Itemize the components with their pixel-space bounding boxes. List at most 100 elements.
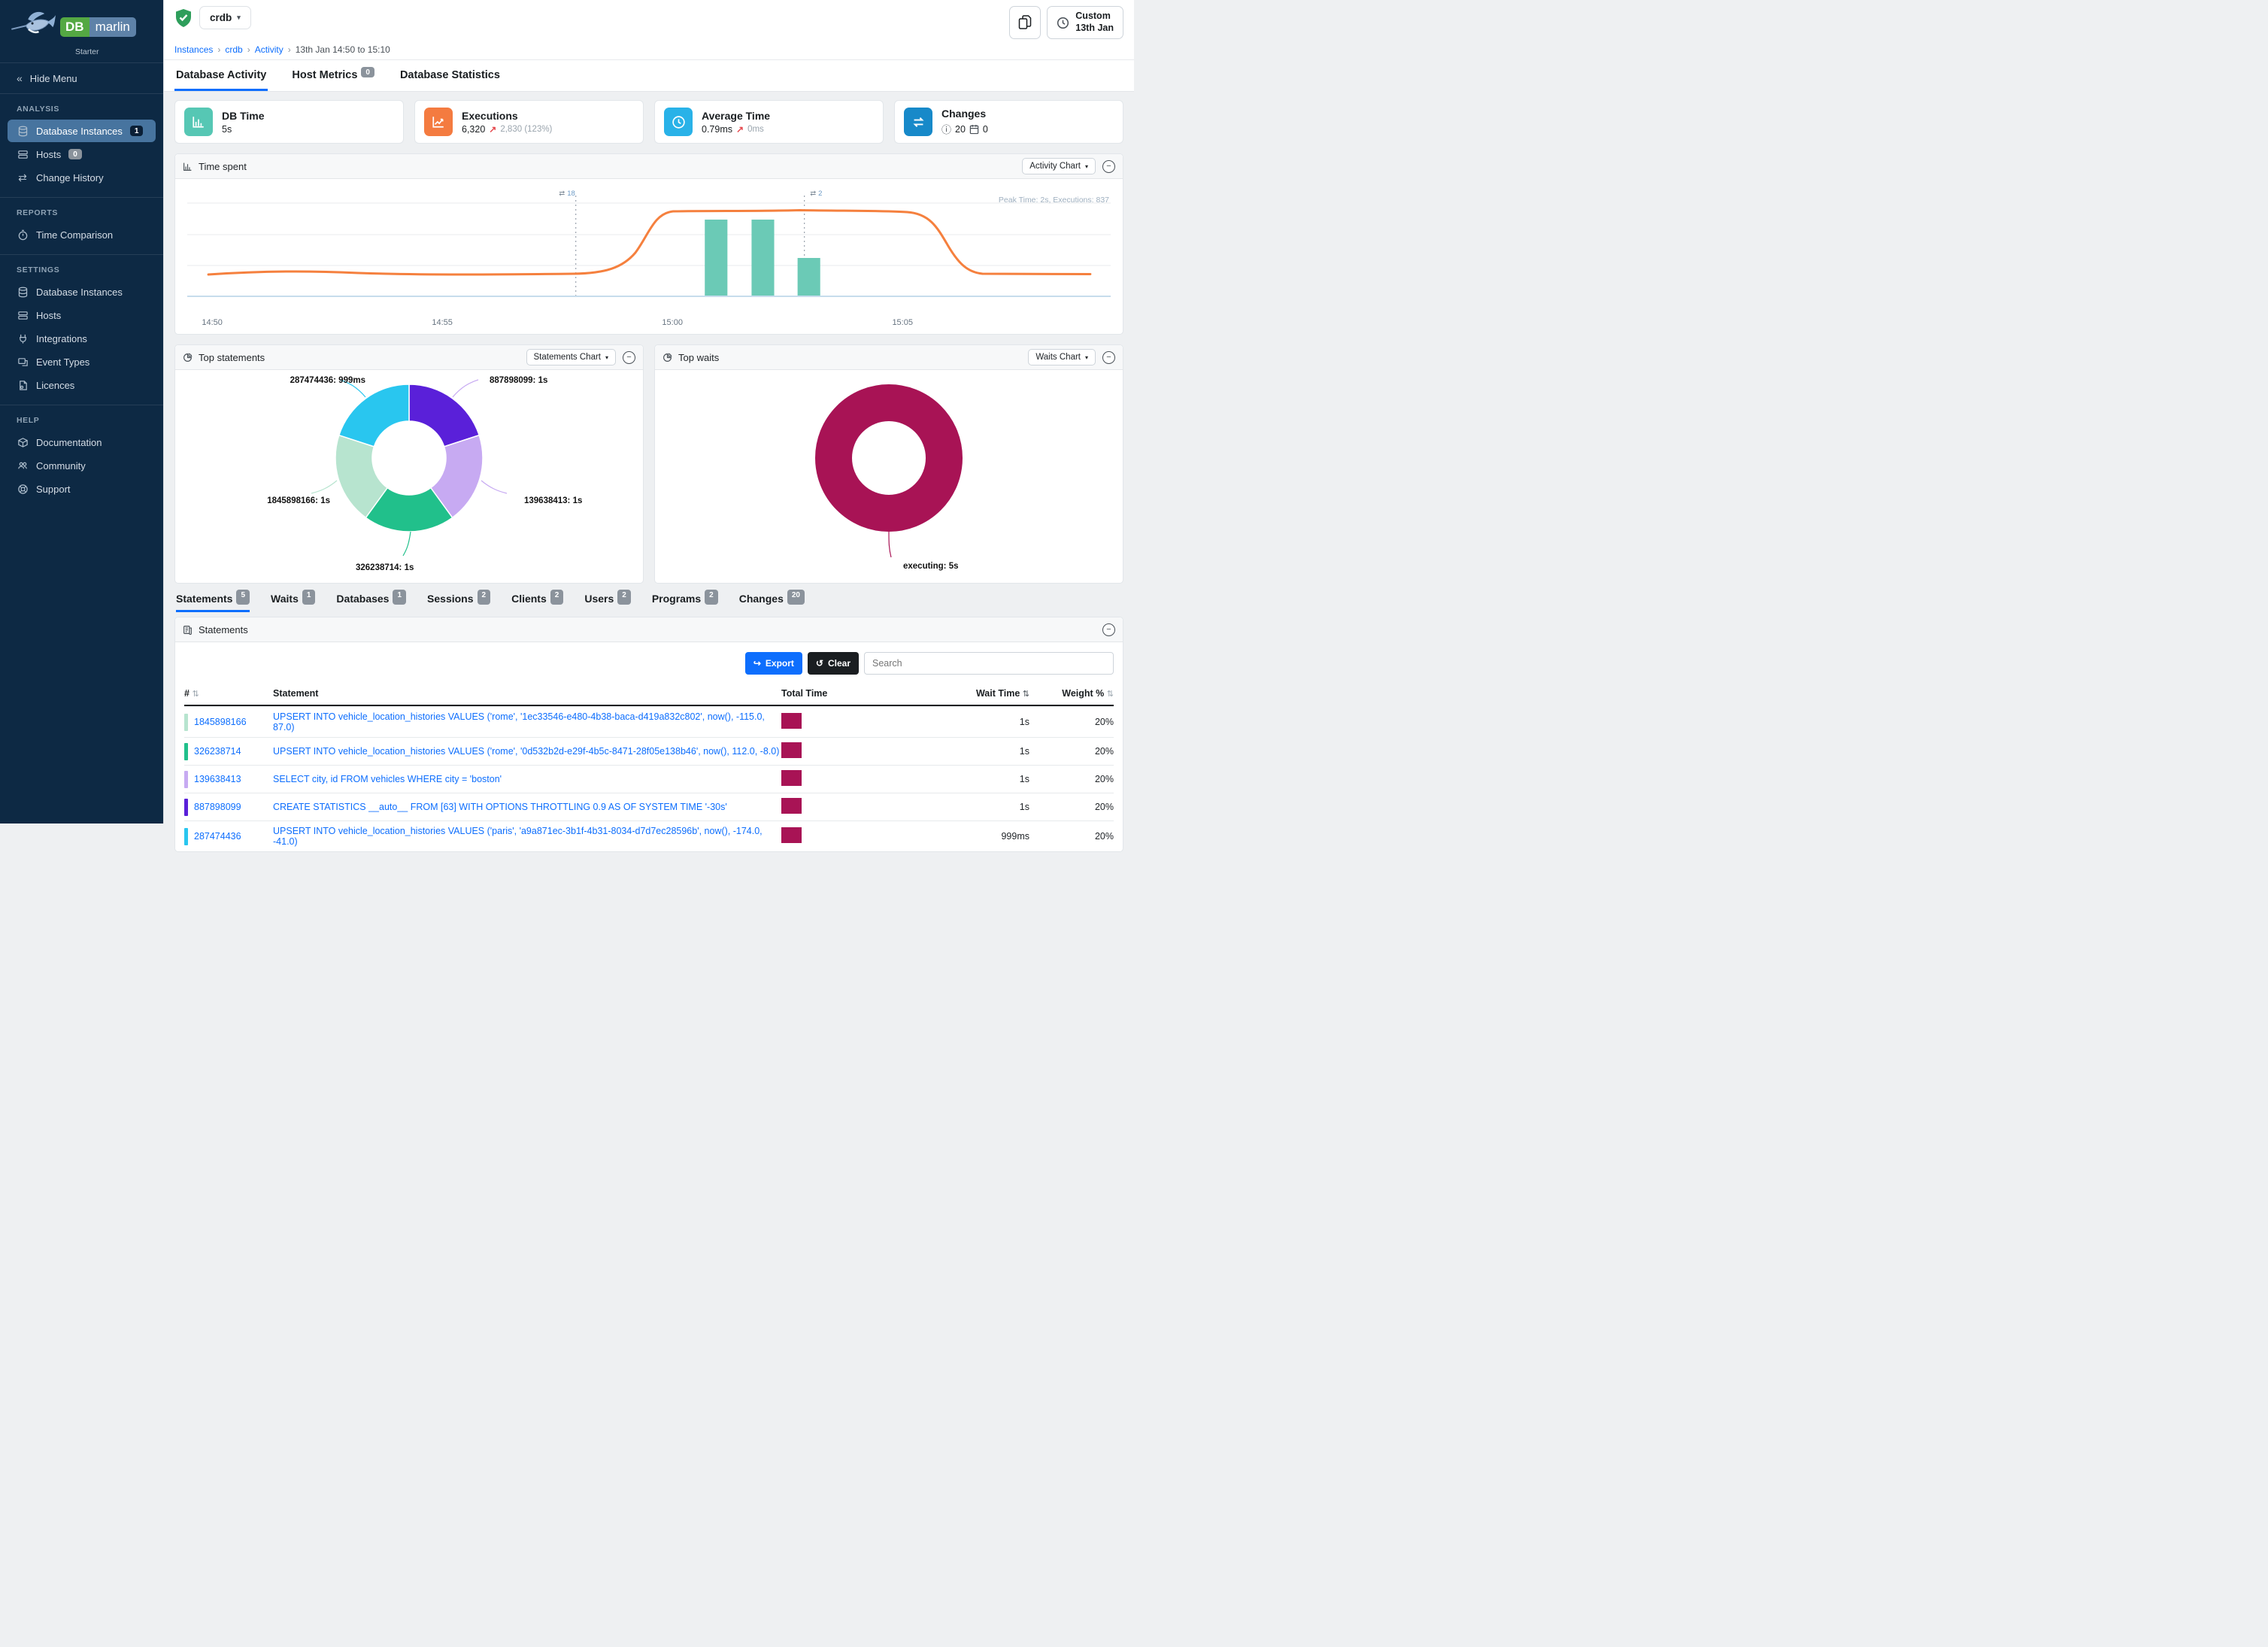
sidebar-section-settings: SETTINGS Database Instances Hosts Integr… <box>0 255 163 405</box>
statements-chart-dropdown[interactable]: Statements Chart ▾ <box>526 349 617 365</box>
peak-label: Peak Time: 2s, Executions: 837 <box>999 196 1109 205</box>
time-spent-header: Time spent Activity Chart ▾ − <box>175 154 1123 179</box>
change-annotation-1[interactable]: ⇄ 18 <box>559 190 575 198</box>
statement-id-link[interactable]: 326238714 <box>194 746 241 757</box>
weight-value: 20% <box>1029 831 1114 842</box>
hide-menu-button[interactable]: « Hide Menu <box>0 63 163 94</box>
col-weight[interactable]: Weight % ⇅ <box>1029 688 1114 699</box>
tab-label: Statements <box>176 593 232 605</box>
main-tabbar: Database Activity Host Metrics 0 Databas… <box>164 60 1134 92</box>
statement-link[interactable]: UPSERT INTO vehicle_location_histories V… <box>273 746 779 757</box>
tab-database-activity[interactable]: Database Activity <box>174 60 268 91</box>
col-id[interactable]: # ⇅ <box>184 688 273 699</box>
breadcrumb-activity[interactable]: Activity <box>255 44 284 55</box>
time-range-button[interactable]: Custom 13th Jan <box>1047 6 1123 39</box>
list-icon <box>183 625 193 635</box>
sidebar-item-community[interactable]: Community <box>8 454 156 477</box>
tab-database-statistics[interactable]: Database Statistics <box>399 60 502 91</box>
sidebar-item-event-types[interactable]: Event Types <box>8 350 156 373</box>
sidebar-item-label: Hosts <box>36 310 61 321</box>
sort-icon: ⇅ <box>1023 690 1029 699</box>
statements-panel: Statements − ↪ Export ↺ Clear <box>174 617 1123 852</box>
col-statement[interactable]: Statement <box>273 688 781 699</box>
database-icon <box>17 286 29 298</box>
breadcrumb-separator: › <box>288 44 291 55</box>
copy-link-button[interactable] <box>1009 6 1041 39</box>
statement-id-link[interactable]: 1845898166 <box>194 717 247 727</box>
activity-chart-dropdown[interactable]: Activity Chart ▾ <box>1022 158 1096 174</box>
tab-programs[interactable]: Programs 2 <box>652 593 718 612</box>
sidebar-item-licences[interactable]: Licences <box>8 374 156 396</box>
clear-button[interactable]: ↺ Clear <box>808 652 859 675</box>
sidebar-item-database-instances[interactable]: Database Instances 1 <box>8 120 156 142</box>
search-input[interactable] <box>864 652 1114 675</box>
x-tick: 14:55 <box>432 318 453 327</box>
donut-label: 287474436: 999ms <box>290 376 365 385</box>
sidebar-item-label: Integrations <box>36 333 87 344</box>
top-waits-chart[interactable]: executing: 5s <box>655 370 1123 583</box>
tab-users[interactable]: Users 2 <box>584 593 630 612</box>
donut-label: executing: 5s <box>903 562 959 571</box>
breadcrumb-separator: › <box>247 44 250 55</box>
sidebar-item-documentation[interactable]: Documentation <box>8 431 156 453</box>
total-time-bar <box>781 770 802 786</box>
collapse-panel-button[interactable]: − <box>1102 351 1115 364</box>
brand-wordmark: DB marlin <box>60 17 136 37</box>
statement-link[interactable]: UPSERT INTO vehicle_location_histories V… <box>273 711 765 733</box>
waits-chart-dropdown[interactable]: Waits Chart ▾ <box>1028 349 1096 365</box>
col-total-time[interactable]: Total Time <box>781 688 950 699</box>
sidebar-section-help: HELP Documentation Community Support <box>0 405 163 508</box>
sidebar-item-database-instances-settings[interactable]: Database Instances <box>8 281 156 303</box>
sidebar-item-integrations[interactable]: Integrations <box>8 327 156 350</box>
sidebar-item-support[interactable]: Support <box>8 478 156 500</box>
app-root: DB marlin Starter « Hide Menu ANALYSIS D… <box>0 0 1134 824</box>
sidebar-item-time-comparison[interactable]: Time Comparison <box>8 223 156 246</box>
time-range-line2: 13th Jan <box>1075 23 1114 33</box>
collapse-panel-button[interactable]: − <box>1102 623 1115 636</box>
time-spent-panel: Time spent Activity Chart ▾ − Peak Time:… <box>174 153 1123 335</box>
sidebar-item-hosts[interactable]: Hosts 0 <box>8 143 156 165</box>
sidebar-item-hosts-settings[interactable]: Hosts <box>8 304 156 326</box>
statement-link[interactable]: CREATE STATISTICS __auto__ FROM [63] WIT… <box>273 802 727 812</box>
statements-header: Statements − <box>175 617 1123 642</box>
chevron-down-icon: ▾ <box>605 354 608 361</box>
tab-statements[interactable]: Statements 5 <box>176 593 250 612</box>
table-toolbar: ↪ Export ↺ Clear <box>175 642 1123 684</box>
instance-selector[interactable]: crdb ▾ <box>199 6 251 29</box>
table-row: 326238714 UPSERT INTO vehicle_location_h… <box>184 737 1114 765</box>
wait-time-value: 1s <box>950 774 1029 784</box>
tab-databases[interactable]: Databases 1 <box>336 593 406 612</box>
statement-link[interactable]: UPSERT INTO vehicle_location_histories V… <box>273 826 763 847</box>
minus-icon: − <box>1106 625 1111 634</box>
sidebar-item-change-history[interactable]: ⇄ Change History <box>8 166 156 189</box>
tab-waits[interactable]: Waits 1 <box>271 593 315 612</box>
statement-id-link[interactable]: 287474436 <box>194 831 241 842</box>
chevron-down-icon: ▾ <box>1085 163 1088 170</box>
statement-link[interactable]: SELECT city, id FROM vehicles WHERE city… <box>273 774 502 784</box>
top-statements-header: Top statements Statements Chart ▾ − <box>175 345 643 370</box>
collapse-panel-button[interactable]: − <box>1102 160 1115 173</box>
count-badge: 1 <box>393 590 406 605</box>
col-wait-time[interactable]: Wait Time ⇅ <box>950 688 1029 699</box>
people-icon <box>17 460 29 472</box>
change-annotation-2[interactable]: ⇄ 2 <box>810 190 822 198</box>
statement-id-link[interactable]: 887898099 <box>194 802 241 812</box>
time-spent-chart[interactable]: Peak Time: 2s, Executions: 837 <box>175 179 1123 334</box>
tab-host-metrics[interactable]: Host Metrics 0 <box>290 60 376 91</box>
collapse-panel-button[interactable]: − <box>623 351 635 364</box>
top-statements-chart[interactable]: 287474436: 999ms 887898099: 1s 139638413… <box>175 370 643 583</box>
tab-sessions[interactable]: Sessions 2 <box>427 593 490 612</box>
sort-icon: ⇅ <box>192 690 199 699</box>
tab-label: Changes <box>739 593 784 605</box>
export-button[interactable]: ↪ Export <box>745 652 802 675</box>
sidebar-section-analysis: ANALYSIS Database Instances 1 Hosts 0 ⇄ … <box>0 94 163 198</box>
breadcrumb-crdb[interactable]: crdb <box>225 44 242 55</box>
tab-changes[interactable]: Changes 20 <box>739 593 805 612</box>
export-icon: ↪ <box>753 658 761 669</box>
tab-clients[interactable]: Clients 2 <box>511 593 563 612</box>
health-shield-icon <box>174 8 193 28</box>
statement-color-chip <box>184 828 188 845</box>
breadcrumb-instances[interactable]: Instances <box>174 44 213 55</box>
collapse-chevrons-icon: « <box>17 72 23 84</box>
statement-id-link[interactable]: 139638413 <box>194 774 241 784</box>
